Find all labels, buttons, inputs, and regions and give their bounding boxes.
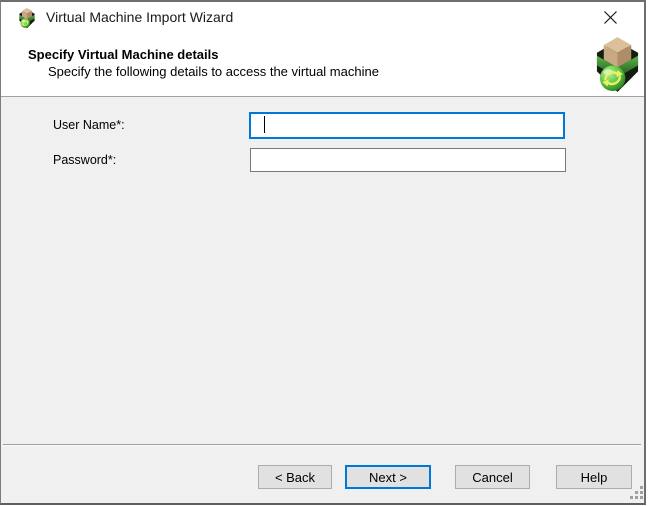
close-icon xyxy=(603,10,618,25)
next-button[interactable]: Next > xyxy=(345,465,431,489)
page-subtitle: Specify the following details to access … xyxy=(48,64,379,79)
vm-import-wizard-dialog: Virtual Machine Import Wizard Specify Vi… xyxy=(0,0,646,505)
title-bar: Virtual Machine Import Wizard xyxy=(1,2,644,32)
resize-grip[interactable] xyxy=(629,485,644,500)
user-name-input[interactable] xyxy=(249,112,565,139)
back-button[interactable]: < Back xyxy=(258,465,332,489)
cancel-button[interactable]: Cancel xyxy=(455,465,530,489)
app-logo-icon xyxy=(18,8,36,29)
close-button[interactable] xyxy=(597,5,623,29)
vm-import-logo-icon xyxy=(594,37,641,94)
password-input[interactable] xyxy=(250,148,566,172)
user-name-label: User Name*: xyxy=(53,118,125,132)
dialog-body: User Name*: Password*: < Back Next > Can… xyxy=(1,97,644,503)
page-title: Specify Virtual Machine details xyxy=(28,47,219,62)
password-label: Password*: xyxy=(53,153,116,167)
resize-grip-icon xyxy=(629,485,644,500)
help-button[interactable]: Help xyxy=(556,465,632,489)
window-title: Virtual Machine Import Wizard xyxy=(46,8,233,26)
wizard-header: Specify Virtual Machine details Specify … xyxy=(1,32,644,96)
footer-separator xyxy=(3,444,641,445)
text-caret xyxy=(264,116,265,133)
